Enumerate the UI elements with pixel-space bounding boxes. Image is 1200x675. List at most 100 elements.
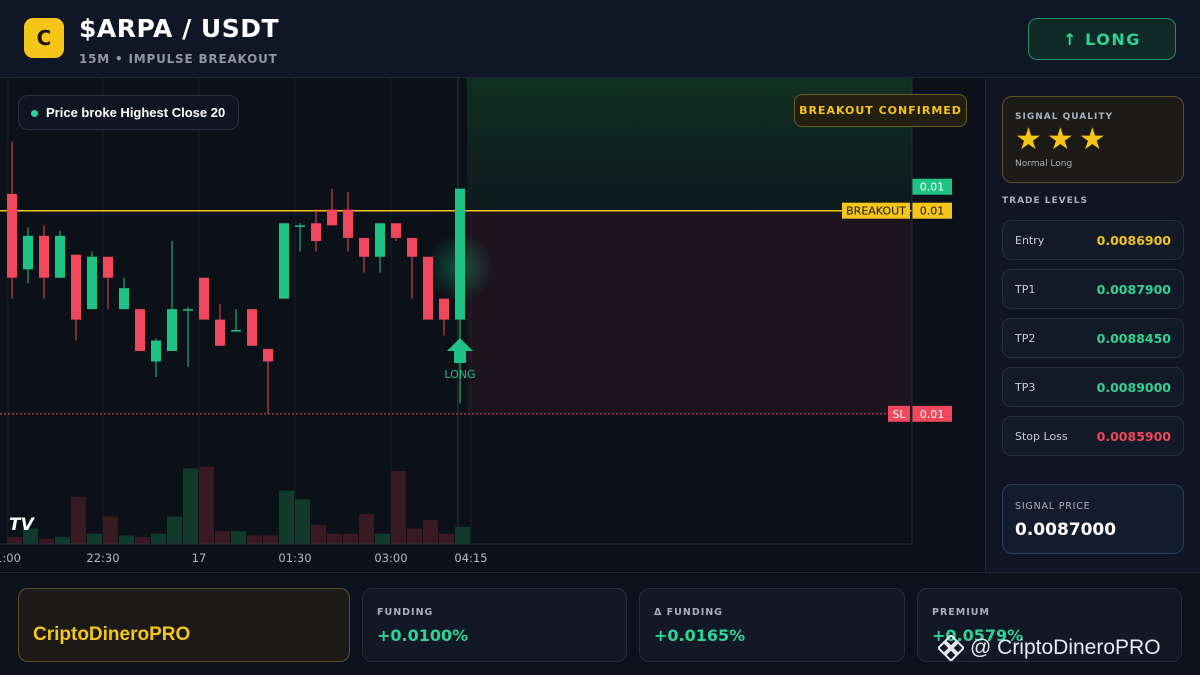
volume-bar [167,516,182,544]
breakout-confirmed-badge: BREAKOUT CONFIRMED [794,94,967,127]
status-dot-icon [31,110,38,117]
metric-label: PREMIUM [932,607,990,618]
metric-label: Δ FUNDING [654,607,723,618]
volume-bar [263,535,278,544]
brand-name: CriptoDineroPRO [33,624,191,645]
breakout-price-tag: 0.01 [920,205,945,218]
candlestick-chart: LONG 0.01 BREAKOUT 0.01 SL 0.01 1:00 22:30 17 01:… [0,78,952,565]
volume-bar [71,496,86,544]
level-label: TP1 [1015,283,1036,296]
volume-bar [311,525,326,544]
candle-body [295,225,305,227]
level-label: TP2 [1015,332,1036,345]
candle-body [423,256,433,320]
volume-bar [391,470,406,544]
risk-zone [467,210,912,414]
candle-body [215,319,225,346]
signal-quality-title: SIGNAL QUALITY [1015,112,1113,122]
candle-body [7,193,17,278]
trade-levels-title: TRADE LEVELS [1002,196,1088,206]
volume-bar [343,533,358,544]
candle-body [327,209,337,226]
watermark-text: @ CriptoDineroPRO [970,636,1161,659]
volume-bar [295,499,310,544]
volume-bar [199,466,214,544]
volume-bar [279,490,294,544]
x-tick-label: 1:00 [0,551,21,565]
quality-stars: ★ ★ ★ [1015,124,1106,156]
candle-body [23,235,33,270]
star-icon: ★ [1046,122,1074,157]
volume-bar [423,519,438,544]
volume-bar [327,533,342,544]
level-row-entry: Entry 0.0086900 [1002,220,1184,260]
x-tick-label: 03:00 [374,551,407,565]
sl-price-tag: 0.01 [920,408,945,421]
long-button[interactable]: ↑ LONG [1028,18,1176,60]
target-price-tag: 0.01 [920,181,945,194]
level-label: TP3 [1015,381,1036,394]
level-row-tp2: TP2 0.0088450 [1002,318,1184,358]
candle-body [359,237,369,257]
candle-body [231,330,241,332]
volume-bar [39,538,54,544]
signal-quality-card: SIGNAL QUALITY ★ ★ ★ Normal Long [1002,96,1184,183]
header: C $ARPA / USDT 15M • IMPULSE BREAKOUT ↑ … [0,0,1200,78]
level-value: 0.0088450 [1096,331,1171,346]
candle-body [87,256,97,310]
footer: CriptoDineroPRO FUNDING +0.0100% Δ FUNDI… [0,572,1200,675]
volume-bar [151,533,166,544]
metric-value: +0.0165% [654,626,746,645]
candle-body [71,254,81,320]
volume-bar [359,513,374,544]
candle-body [55,235,65,278]
candle-body [455,188,465,320]
candle-body [343,209,353,238]
candle-body [247,309,257,346]
level-row-tp3: TP3 0.0089000 [1002,367,1184,407]
volume-bar [183,468,198,544]
volume-bar [455,526,470,544]
timeframe-subtitle: 15M • IMPULSE BREAKOUT [79,52,278,66]
candle-body [183,309,193,311]
price-chart[interactable]: LONG 0.01 BREAKOUT 0.01 SL 0.01 1:00 22:30 17 01:… [0,78,986,572]
exchange-logo-icon [938,635,964,661]
candle-body [407,237,417,257]
metric-funding: FUNDING +0.0100% [362,588,627,662]
candle-body [167,309,177,351]
volume-bar [231,531,246,544]
volume-bar [439,533,454,544]
brand-card: CriptoDineroPRO [18,588,350,662]
metric-label: FUNDING [377,607,434,618]
metric-delta-funding: Δ FUNDING +0.0165% [639,588,905,662]
candle-body [103,256,113,278]
volume-bar [119,535,134,544]
volume-bar [247,535,262,544]
level-label: Entry [1015,234,1045,247]
tradingview-logo-icon: TV [9,515,36,535]
x-tick-label: 22:30 [86,551,119,565]
watermark: @ CriptoDineroPRO [938,635,1161,661]
candle-body [439,298,449,320]
sl-label-tag: SL [892,408,906,421]
volume-bar [7,537,22,544]
breakout-note: Price broke Highest Close 20 [18,95,240,130]
level-value: 0.0089000 [1096,380,1171,395]
level-label: Stop Loss [1015,430,1068,443]
candle-body [135,309,145,351]
volume-bar [215,531,230,544]
metric-value: +0.0100% [377,626,469,645]
star-icon: ★ [1078,122,1106,157]
app-logo: C [24,18,64,58]
breakout-label-tag: BREAKOUT [846,205,906,218]
x-tick-label: 04:15 [454,551,487,565]
candle-body [39,235,49,278]
volume-bar [103,516,118,544]
level-value: 0.0086900 [1096,233,1171,248]
volume-bar [55,537,70,544]
x-tick-label: 01:30 [278,551,311,565]
candle-body [199,277,209,320]
volume-bar [407,528,422,544]
long-marker-label: LONG [444,368,475,381]
candle-body [151,340,161,362]
